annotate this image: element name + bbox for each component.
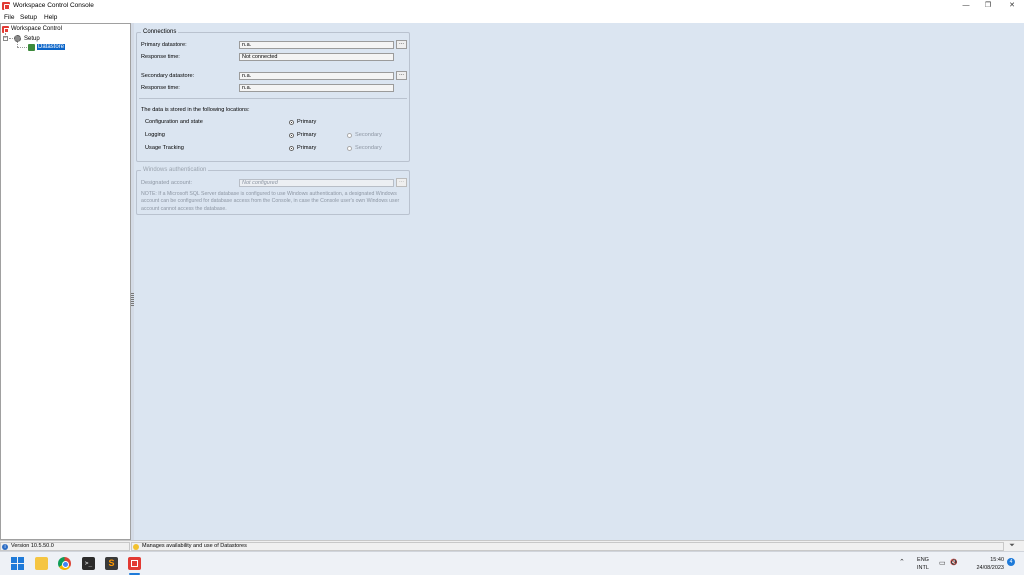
- minimize-button[interactable]: —: [956, 0, 976, 12]
- tree-line: [9, 38, 13, 39]
- usage-tracking-secondary-label: Secondary: [355, 145, 382, 151]
- status-version-section: i Version 10.5.50.0: [0, 542, 130, 551]
- close-button[interactable]: ✕: [1002, 0, 1022, 12]
- designated-account-browse-button[interactable]: ...: [396, 178, 407, 187]
- secondary-datastore-browse-button[interactable]: ...: [396, 71, 407, 80]
- secondary-response-field: n.a.: [239, 84, 394, 92]
- menu-help[interactable]: Help: [44, 14, 57, 21]
- taskbar: >_ S ⌃ ENG INTL ▭ 🔇 15:40 24/08/2023: [0, 551, 1024, 575]
- connections-group: Connections Primary datastore: n.a. ... …: [136, 29, 410, 162]
- status-bar: i Version 10.5.50.0 Manages availability…: [0, 540, 1024, 551]
- clock-time[interactable]: 15:40: [966, 557, 1004, 563]
- windows-authentication-group: Windows authentication Designated accoun…: [136, 167, 410, 215]
- location-label-configuration: Configuration and state: [145, 119, 203, 125]
- tree-item-setup[interactable]: Setup: [24, 36, 40, 42]
- restore-button[interactable]: ❐: [978, 0, 998, 12]
- info-icon: i: [2, 544, 8, 550]
- primary-datastore-label: Primary datastore:: [141, 42, 187, 48]
- designated-account-label: Designated account:: [141, 180, 192, 186]
- secondary-datastore-label: Secondary datastore:: [141, 73, 195, 79]
- filter-icon[interactable]: ⏷: [1006, 541, 1018, 550]
- logging-secondary-radio[interactable]: [347, 133, 352, 138]
- datastore-icon: [28, 44, 35, 51]
- configuration-primary-label: Primary: [297, 119, 317, 125]
- usage-tracking-secondary-radio[interactable]: [347, 146, 352, 151]
- status-version: Version 10.5.50.0: [11, 543, 54, 549]
- volume-muted-icon[interactable]: 🔇: [950, 559, 957, 566]
- primary-datastore-field[interactable]: n.a.: [239, 41, 394, 49]
- language-indicator-bottom[interactable]: INTL: [914, 565, 932, 571]
- sublime-text-icon[interactable]: S: [105, 557, 118, 570]
- primary-response-label: Response time:: [141, 54, 180, 60]
- status-message: Manages availability and use of Datastor…: [142, 543, 247, 549]
- secondary-response-label: Response time:: [141, 85, 180, 91]
- display-icon[interactable]: ▭: [939, 559, 946, 567]
- workspace-control-taskbar-icon[interactable]: [128, 557, 141, 570]
- logging-primary-label: Primary: [297, 132, 317, 138]
- workspace-control-icon: [2, 26, 9, 33]
- lightbulb-icon: [133, 544, 139, 550]
- menu-file[interactable]: File: [4, 14, 14, 21]
- usage-tracking-primary-label: Primary: [297, 145, 317, 151]
- show-hidden-icons-chevron-icon[interactable]: ⌃: [899, 558, 905, 566]
- windows-authentication-note: NOTE: If a Microsoft SQL Server database…: [141, 191, 400, 212]
- terminal-icon[interactable]: >_: [82, 557, 95, 570]
- logging-primary-radio[interactable]: [289, 133, 294, 138]
- locations-heading: The data is stored in the following loca…: [141, 107, 250, 113]
- title-bar: Workspace Control Console — ❐ ✕: [0, 0, 1024, 12]
- chrome-icon[interactable]: [58, 557, 71, 570]
- primary-datastore-browse-button[interactable]: ...: [396, 40, 407, 49]
- primary-response-field: Not connected: [239, 53, 394, 61]
- tree-item-datastore[interactable]: Datastore: [37, 44, 66, 50]
- window-title: Workspace Control Console: [13, 2, 94, 9]
- location-label-logging: Logging: [145, 132, 165, 138]
- tree-line: [17, 47, 27, 48]
- secondary-datastore-field[interactable]: n.a.: [239, 72, 394, 80]
- tree-item-workspace-control[interactable]: Workspace Control: [11, 26, 62, 32]
- navigation-tree: Workspace Control − Setup Datastore: [0, 23, 131, 540]
- status-message-section: Manages availability and use of Datastor…: [131, 542, 1004, 551]
- location-label-usage-tracking: Usage Tracking: [145, 145, 184, 151]
- divider: [139, 98, 407, 99]
- designated-account-field[interactable]: Not configured: [239, 179, 394, 187]
- windows-start-icon[interactable]: [11, 557, 24, 570]
- usage-tracking-primary-radio[interactable]: [289, 146, 294, 151]
- language-indicator-top[interactable]: ENG: [914, 557, 932, 563]
- menu-bar: File Setup Help: [0, 12, 1024, 23]
- connections-legend: Connections: [141, 29, 179, 35]
- windows-authentication-legend: Windows authentication: [141, 167, 209, 173]
- clock-date[interactable]: 24/08/2023: [962, 565, 1004, 571]
- setup-collapse-toggle[interactable]: −: [3, 36, 8, 41]
- file-explorer-icon[interactable]: [35, 557, 48, 570]
- datastore-panel: Connections Primary datastore: n.a. ... …: [134, 23, 1024, 540]
- configuration-primary-radio[interactable]: [289, 120, 294, 125]
- menu-setup[interactable]: Setup: [20, 14, 37, 21]
- notification-badge[interactable]: 4: [1007, 558, 1015, 566]
- gear-icon: [14, 35, 21, 42]
- logging-secondary-label: Secondary: [355, 132, 382, 138]
- app-logo-icon: [2, 2, 10, 10]
